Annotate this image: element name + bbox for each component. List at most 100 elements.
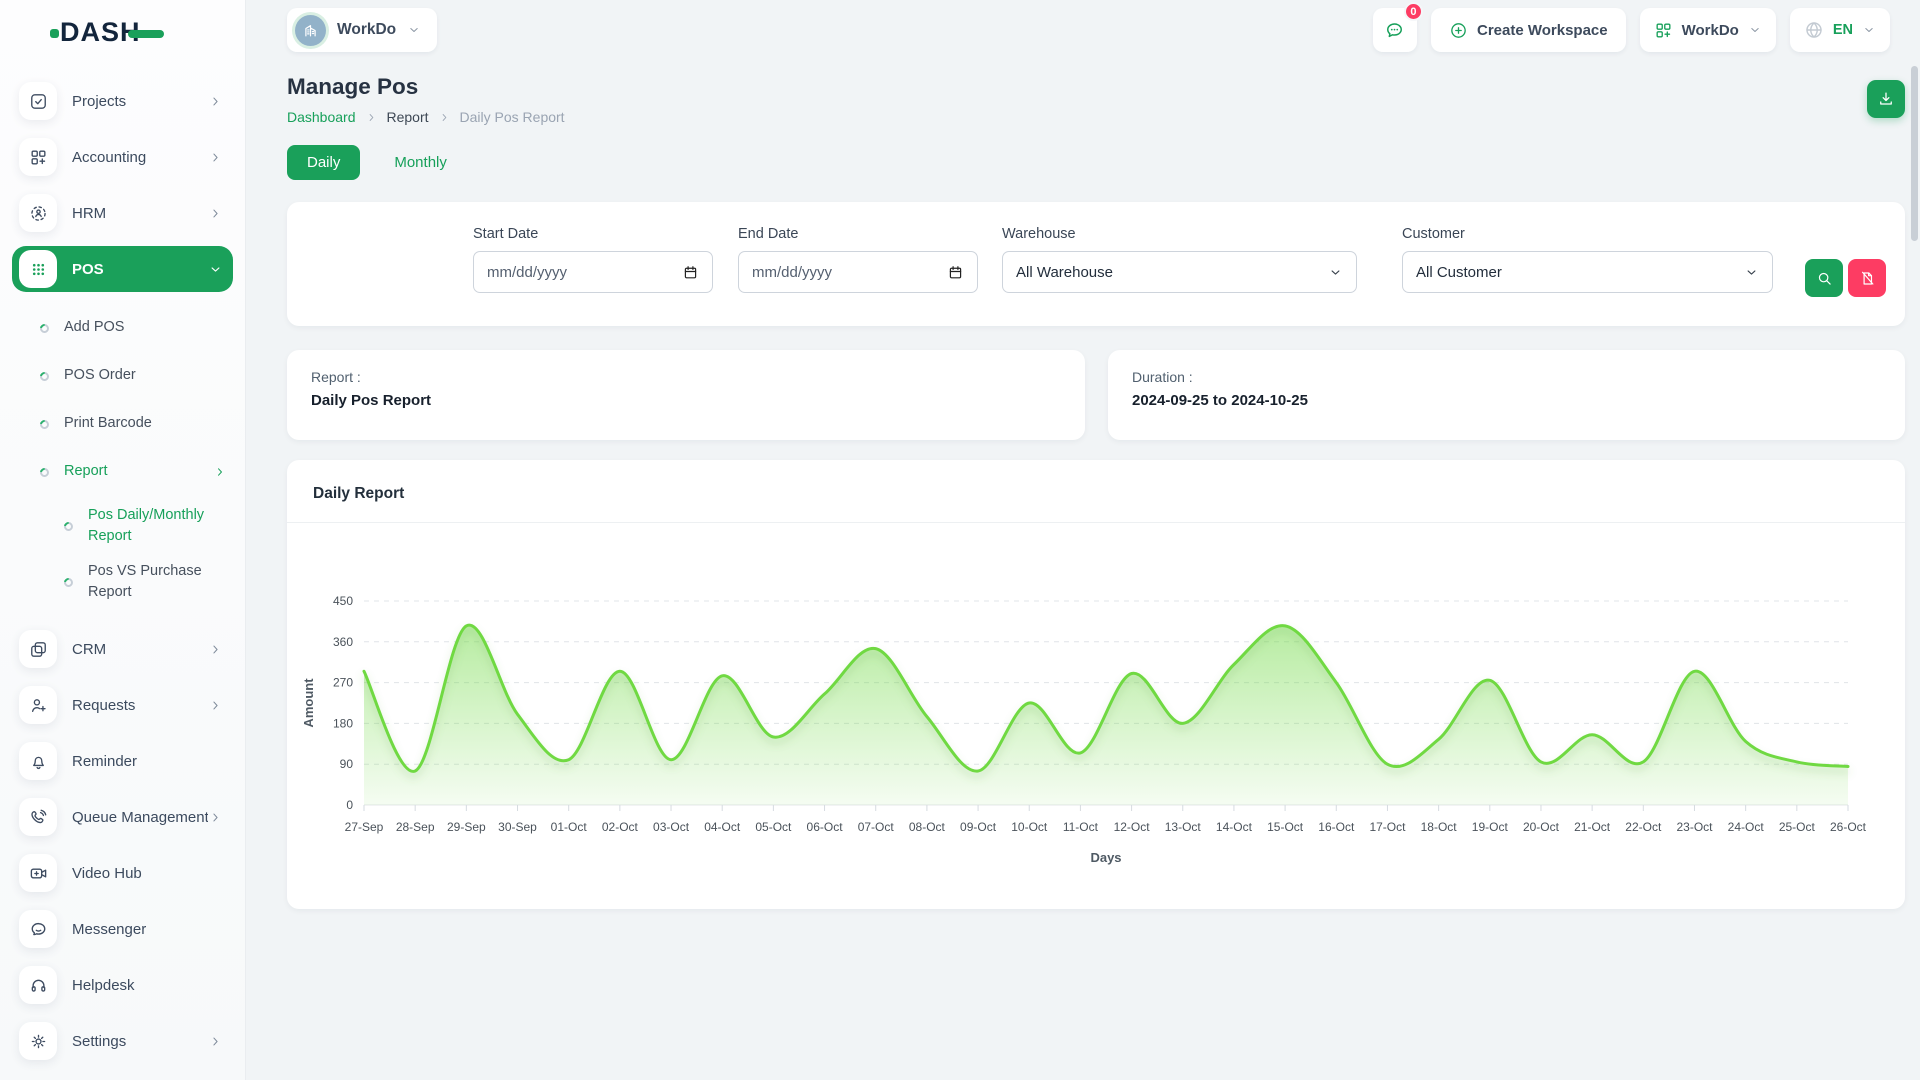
sidebar-item-messenger[interactable]: Messenger (12, 906, 233, 952)
customer-select[interactable]: All Customer (1402, 251, 1773, 293)
tab-daily[interactable]: Daily (287, 145, 360, 180)
divider (287, 522, 1905, 523)
language-selector[interactable]: EN (1790, 8, 1890, 52)
sidebar-item-settings[interactable]: Settings (12, 1018, 233, 1064)
x-tick-label: 14-Oct (1216, 820, 1253, 834)
reset-filter-icon (1859, 270, 1876, 287)
x-tick-label: 16-Oct (1318, 820, 1355, 834)
sidebar-item-label: CRM (72, 641, 208, 658)
sidebar-item-projects[interactable]: Projects (12, 78, 233, 124)
x-tick-label: 09-Oct (960, 820, 997, 834)
download-report-button[interactable] (1867, 80, 1905, 118)
sidebar-item-add-pos[interactable]: Add POS (12, 304, 233, 352)
sidebar: DASH Projects Accounting HRM POS Add POS POS … (0, 0, 245, 1080)
sidebar-item-pos-order[interactable]: POS Order (12, 352, 233, 400)
chevron-right-icon (438, 111, 451, 124)
tab-monthly[interactable]: Monthly (388, 153, 453, 172)
chevron-down-icon (1862, 23, 1876, 37)
create-workspace-button[interactable]: Create Workspace (1431, 8, 1626, 52)
chevron-down-icon (1328, 265, 1343, 280)
main-content: Manage Pos DashboardReportDaily Pos Repo… (245, 74, 1920, 909)
chevron-right-icon (208, 1034, 223, 1049)
breadcrumb-report[interactable]: Report (387, 109, 429, 125)
sidebar-item-report[interactable]: Report (12, 448, 233, 496)
queue-icon (29, 808, 48, 827)
x-tick-label: 06-Oct (807, 820, 844, 834)
sidebar-item-pos[interactable]: POS (12, 246, 233, 292)
calendar-icon[interactable] (947, 264, 964, 281)
sidebar-item-pos-vs-purchase-report[interactable]: Pos VS Purchase Report (12, 554, 233, 610)
building-icon (302, 22, 319, 39)
sidebar-item-label: Reminder (72, 753, 223, 770)
warehouse-label: Warehouse (1002, 226, 1357, 242)
breadcrumb-dashboard[interactable]: Dashboard (287, 109, 356, 125)
x-tick-label: 26-Oct (1830, 820, 1867, 834)
start-date-input[interactable]: mm/dd/yyyy (473, 251, 713, 293)
sidebar-item-queue-management[interactable]: Queue Management (12, 794, 233, 840)
duration-label: Duration : (1132, 369, 1881, 385)
accounting-icon (29, 148, 48, 167)
sidebar-item-video-hub[interactable]: Video Hub (12, 850, 233, 896)
sidebar-item-label: Pos VS Purchase Report (88, 561, 227, 603)
messenger-icon (29, 920, 48, 939)
reset-filter-button[interactable] (1848, 259, 1886, 297)
sidebar-item-label: Queue Management (72, 809, 208, 826)
report-value: Daily Pos Report (311, 392, 1061, 409)
chevron-right-icon (213, 465, 227, 479)
sidebar-item-hrm[interactable]: HRM (12, 190, 233, 236)
calendar-icon[interactable] (682, 264, 699, 281)
sidebar-icon-tile (19, 630, 57, 668)
globe-icon (1804, 20, 1824, 40)
sidebar-icon-tile (19, 138, 57, 176)
x-tick-label: 10-Oct (1011, 820, 1048, 834)
sidebar-item-requests[interactable]: Requests (12, 682, 233, 728)
apply-filter-button[interactable] (1805, 259, 1843, 297)
bullet-icon (38, 322, 51, 335)
customer-value: All Customer (1416, 264, 1744, 281)
sidebar-item-accounting[interactable]: Accounting (12, 134, 233, 180)
warehouse-value: All Warehouse (1016, 264, 1328, 281)
summary-row: Report : Daily Pos Report Duration : 202… (287, 350, 1905, 440)
sidebar-item-pos-daily-monthly-report[interactable]: Pos Daily/Monthly Report (12, 498, 233, 554)
x-tick-label: 28-Sep (396, 820, 435, 834)
sidebar-item-reminder[interactable]: Reminder (12, 738, 233, 784)
sidebar-item-helpdesk[interactable]: Helpdesk (12, 962, 233, 1008)
sidebar-item-print-barcode[interactable]: Print Barcode (12, 400, 233, 448)
page-scrollbar[interactable] (1911, 66, 1918, 241)
x-tick-label: 01-Oct (551, 820, 588, 834)
x-tick-label: 02-Oct (602, 820, 639, 834)
x-axis-title: Days (1090, 850, 1121, 865)
sidebar-item-label: Add POS (64, 317, 227, 338)
x-tick-label: 25-Oct (1779, 820, 1816, 834)
x-tick-label: 17-Oct (1369, 820, 1406, 834)
end-date-label: End Date (738, 226, 978, 242)
projects-icon (29, 92, 48, 111)
sidebar-icon-tile (19, 854, 57, 892)
create-workspace-label: Create Workspace (1477, 22, 1608, 39)
plus-circle-icon (1449, 21, 1468, 40)
language-label: EN (1833, 22, 1853, 38)
end-date-input[interactable]: mm/dd/yyyy (738, 251, 978, 293)
sidebar-item-label: Report (64, 461, 213, 482)
warehouse-select[interactable]: All Warehouse (1002, 251, 1357, 293)
sidebar-item-crm[interactable]: CRM (12, 626, 233, 672)
sidebar-icon-tile (19, 742, 57, 780)
bullet-icon (62, 520, 75, 533)
x-tick-label: 22-Oct (1625, 820, 1662, 834)
report-label: Report : (311, 369, 1061, 385)
y-tick-label: 180 (333, 716, 353, 730)
workspace-menu-button[interactable]: WorkDo (1640, 8, 1776, 52)
messages-button[interactable]: 0 (1373, 8, 1417, 52)
brand-logo[interactable]: DASH (10, 0, 235, 64)
sidebar-icon-tile (19, 910, 57, 948)
daily-report-card: Daily Report 09018027036045027-Sep28-Sep… (287, 460, 1905, 909)
y-tick-label: 90 (340, 757, 354, 771)
chevron-right-icon (208, 698, 223, 713)
workspace-selector[interactable]: WorkDo (287, 8, 437, 52)
sidebar-item-label: Messenger (72, 921, 223, 938)
customer-label: Customer (1402, 226, 1773, 242)
sidebar-icon-tile (19, 250, 57, 288)
pos-icon (29, 260, 48, 279)
x-tick-label: 05-Oct (755, 820, 792, 834)
crm-icon (29, 640, 48, 659)
